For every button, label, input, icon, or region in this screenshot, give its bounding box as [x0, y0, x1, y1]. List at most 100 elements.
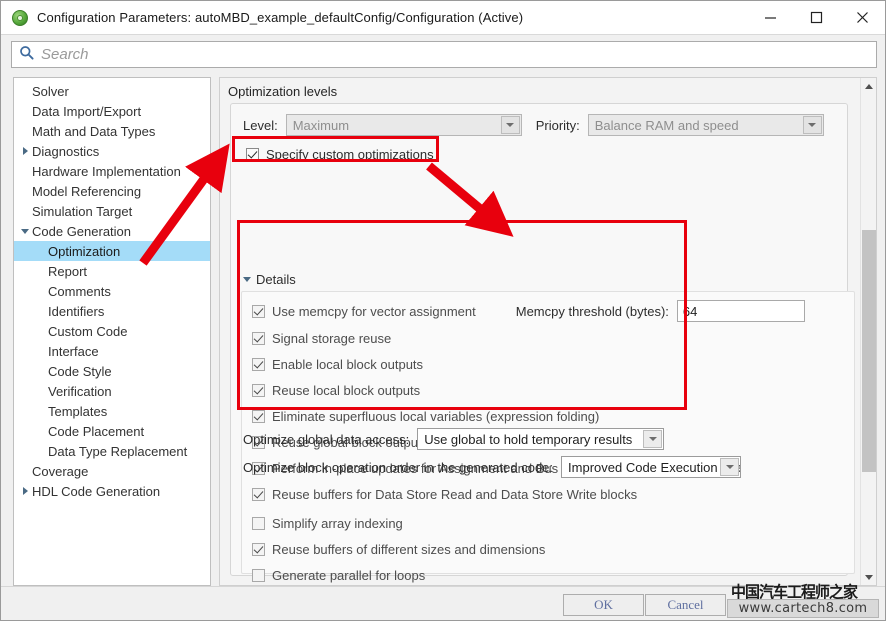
sidebar-item-label: Comments	[48, 283, 111, 299]
sidebar-item-simulation-target[interactable]: Simulation Target	[14, 201, 210, 221]
minimize-icon[interactable]	[747, 1, 793, 34]
details-label: Details	[256, 272, 296, 287]
sidebar-item-coverage[interactable]: Coverage	[14, 461, 210, 481]
level-label: Level:	[243, 117, 278, 133]
sidebar-item-identifiers[interactable]: Identifiers	[14, 301, 210, 321]
block-order-dropdown[interactable]: Improved Code Execution Speed	[561, 456, 742, 478]
sidebar-item-label: Report	[48, 263, 88, 279]
priority-dropdown[interactable]: Balance RAM and speed	[587, 114, 824, 136]
details-disclosure[interactable]: Details	[243, 272, 296, 287]
sidebar-item-verification[interactable]: Verification	[14, 381, 210, 401]
level-dropdown[interactable]: Maximum	[285, 114, 522, 136]
scroll-up-icon[interactable]	[861, 78, 876, 94]
sidebar-item-optimization[interactable]: Optimization	[14, 241, 210, 261]
sidebar-item-math-and-data-types[interactable]: Math and Data Types	[14, 121, 210, 141]
chevron-right-icon[interactable]	[18, 487, 32, 495]
sidebar-item-custom-code[interactable]: Custom Code	[14, 321, 210, 341]
settings-tree[interactable]: Solver Data Import/Export Math and Data Ty…	[13, 77, 211, 586]
sidebar-item-label: Interface	[48, 343, 99, 359]
search-icon	[19, 45, 34, 65]
sidebar-item-code-style[interactable]: Code Style	[14, 361, 210, 381]
sidebar-item-solver[interactable]: Solver	[14, 81, 210, 101]
chevron-right-icon[interactable]	[18, 147, 32, 155]
specify-custom-optimizations-checkbox[interactable]: Specify custom optimizations	[246, 144, 434, 164]
scrollbar-thumb[interactable]	[862, 230, 876, 472]
option-checkbox[interactable]: Signal storage reuse	[252, 325, 669, 351]
memcpy-threshold-input[interactable]: 64	[676, 300, 805, 322]
checkbox-box[interactable]	[252, 516, 265, 530]
sidebar-item-code-placement[interactable]: Code Placement	[14, 421, 210, 441]
level-value: Maximum	[292, 117, 350, 133]
block-order-label: Optimize block operation order in the ge…	[243, 459, 554, 475]
sidebar-item-label: Identifiers	[48, 303, 105, 319]
priority-value: Balance RAM and speed	[594, 117, 739, 133]
checkbox-label: Generate parallel for loops	[272, 567, 426, 583]
global-data-access-row: Optimize global data access: Use global …	[243, 428, 665, 450]
checkbox-label: Reuse local block outputs	[272, 382, 421, 398]
maximize-icon[interactable]	[793, 1, 839, 34]
window-title: Configuration Parameters: autoMBD_exampl…	[37, 10, 524, 25]
simulink-config-icon	[12, 9, 28, 26]
checkbox-label: Simplify array indexing	[272, 515, 403, 531]
checkbox-box[interactable]	[252, 409, 265, 423]
sidebar-item-templates[interactable]: Templates	[14, 401, 210, 421]
ok-button[interactable]: OK	[563, 594, 644, 616]
chevron-down-icon	[802, 116, 822, 134]
checkbox-box[interactable]	[252, 357, 265, 371]
cancel-button[interactable]: Cancel	[645, 594, 726, 616]
checkbox-box[interactable]	[252, 542, 265, 556]
sidebar-item-data-type-replacement[interactable]: Data Type Replacement	[14, 441, 210, 461]
sidebar-item-label: Solver	[32, 83, 69, 99]
option-checkbox[interactable]: Reuse buffers for Data Store Read and Da…	[252, 481, 669, 507]
checkbox-box[interactable]	[252, 487, 265, 501]
sidebar-item-label: Optimization	[48, 243, 121, 259]
optimization-levels-group: Level: Maximum Priority: Balance RAM and…	[230, 103, 855, 583]
use-memcpy-checkbox[interactable]: Use memcpy for vector assignment	[252, 301, 476, 321]
block-order-row: Optimize block operation order in the ge…	[243, 456, 742, 478]
sidebar-item-label: Templates	[48, 403, 108, 419]
optimization-pane: Optimization levels Level: Maximum Prior…	[219, 77, 877, 586]
option-checkbox[interactable]: Eliminate superfluous local variables (e…	[252, 403, 669, 429]
close-icon[interactable]	[839, 1, 885, 34]
sidebar-item-label: Model Referencing	[32, 183, 142, 199]
option-checkbox[interactable]: Reuse local block outputs	[252, 377, 669, 403]
sidebar-item-hardware-implementation[interactable]: Hardware Implementation	[14, 161, 210, 181]
level-row: Level: Maximum Priority: Balance RAM and…	[243, 114, 824, 136]
checkbox-label: Use memcpy for vector assignment	[272, 303, 476, 319]
memcpy-row: Use memcpy for vector assignment Memcpy …	[252, 300, 805, 322]
other-options-list: Simplify array indexing Reuse buffers of …	[252, 510, 545, 585]
sidebar-item-label: Hardware Implementation	[32, 163, 181, 179]
sidebar-item-data-import-export[interactable]: Data Import/Export	[14, 101, 210, 121]
window-controls	[747, 1, 885, 34]
checkbox-box[interactable]	[252, 304, 265, 318]
chevron-down-icon[interactable]	[18, 228, 32, 234]
sidebar-item-hdl-code-generation[interactable]: HDL Code Generation	[14, 481, 210, 501]
sidebar-item-model-referencing[interactable]: Model Referencing	[14, 181, 210, 201]
sidebar-item-label: Verification	[48, 383, 112, 399]
title-bar: Configuration Parameters: autoMBD_exampl…	[1, 1, 885, 35]
search-input[interactable]	[41, 43, 876, 66]
scroll-down-icon[interactable]	[861, 569, 876, 585]
checkbox-box[interactable]	[246, 147, 259, 161]
sidebar-item-label: Code Style	[48, 363, 112, 379]
sidebar-item-comments[interactable]: Comments	[14, 281, 210, 301]
sidebar-item-label: Simulation Target	[32, 203, 133, 219]
option-checkbox[interactable]: Generate parallel for loops	[252, 562, 545, 585]
sidebar-item-diagnostics[interactable]: Diagnostics	[14, 141, 210, 161]
checkbox-box[interactable]	[252, 331, 265, 345]
option-checkbox[interactable]: Reuse buffers of different sizes and dim…	[252, 536, 545, 562]
option-checkbox[interactable]: Simplify array indexing	[252, 510, 545, 536]
block-order-value: Improved Code Execution Speed	[568, 459, 741, 475]
option-checkbox[interactable]: Enable local block outputs	[252, 351, 669, 377]
global-data-access-dropdown[interactable]: Use global to hold temporary results	[417, 428, 665, 450]
checkbox-label: Reuse buffers for Data Store Read and Da…	[272, 486, 638, 502]
sidebar-item-interface[interactable]: Interface	[14, 341, 210, 361]
sidebar-item-report[interactable]: Report	[14, 261, 210, 281]
sidebar-item-label: Data Type Replacement	[48, 443, 188, 459]
vertical-scrollbar[interactable]	[860, 78, 876, 585]
sidebar-item-code-generation[interactable]: Code Generation	[14, 221, 210, 241]
search-bar[interactable]	[11, 41, 877, 68]
checkbox-box[interactable]	[252, 568, 265, 582]
checkbox-box[interactable]	[252, 383, 265, 397]
section-title: Optimization levels	[228, 84, 338, 99]
